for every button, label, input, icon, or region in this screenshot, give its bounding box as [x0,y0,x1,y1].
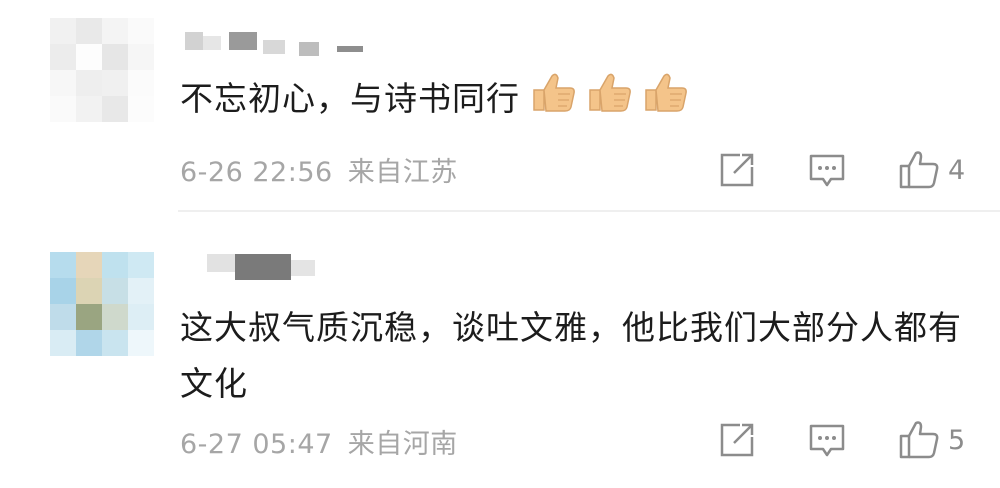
comment-location: 来自江苏 [347,157,458,188]
comment-icon [809,154,845,187]
like-button[interactable]: 4 [898,150,965,190]
comment-actions: 5 [718,420,965,460]
comment-item: 不忘初心，与诗书同行 6-26 22:56 来自江苏 4 [0,0,1000,212]
username[interactable] [185,254,315,280]
comment-text-content: 不忘初心，与诗书同行 [180,79,520,118]
like-count: 4 [948,154,966,186]
comment-location: 来自河南 [347,429,458,460]
comment-text: 这大叔气质沉稳，谈吐文雅，他比我们大部分人都有文化 [180,300,970,412]
comment-actions: 4 [718,150,965,190]
comment-icon [809,424,845,457]
comment-item: 这大叔气质沉稳，谈吐文雅，他比我们大部分人都有文化 6-27 05:47 来自河… [0,212,1000,488]
share-button[interactable] [718,421,756,459]
share-button[interactable] [718,151,756,189]
avatar[interactable] [50,18,154,122]
comment-date: 6-26 22:56 [180,157,333,188]
thumbs-up-icon [899,421,939,459]
reply-button[interactable] [808,151,846,189]
comment-text: 不忘初心，与诗书同行 [180,70,970,131]
share-icon [720,423,754,457]
avatar[interactable] [50,252,154,356]
comment-date: 6-27 05:47 [180,429,333,460]
comment-meta: 6-26 22:56 来自江苏 [180,150,464,189]
thumbs-up-emoji-icon [586,70,632,131]
like-count: 5 [948,424,966,456]
username[interactable] [185,32,363,56]
comment-meta: 6-27 05:47 来自河南 [180,422,464,461]
thumbs-up-emoji-icon [642,70,688,131]
share-icon [720,153,754,187]
like-button[interactable]: 5 [898,420,965,460]
thumbs-up-icon [899,151,939,189]
reply-button[interactable] [808,421,846,459]
comment-text-content: 这大叔气质沉稳，谈吐文雅，他比我们大部分人都有文化 [180,308,962,403]
thumbs-up-emoji-icon [530,70,576,131]
